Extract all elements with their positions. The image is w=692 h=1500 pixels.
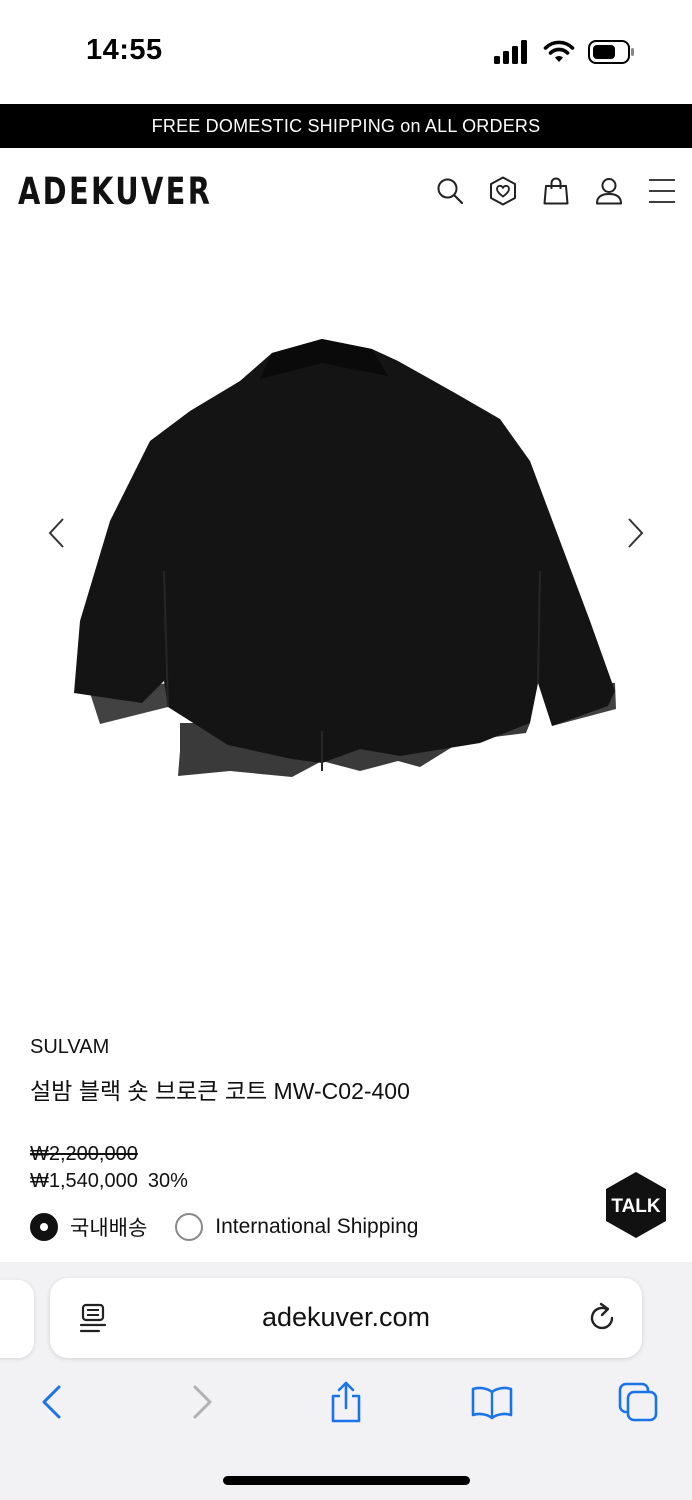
status-bar: 14:55	[0, 0, 692, 104]
sale-price-row: ₩1,540,000 30%	[30, 1170, 670, 1193]
shopping-bag-icon[interactable]	[542, 176, 570, 206]
browser-toolbar	[0, 1372, 692, 1442]
wifi-icon	[543, 40, 575, 62]
domestic-shipping-radio[interactable]	[30, 1213, 58, 1241]
talk-badge-icon: TALK	[606, 1172, 666, 1238]
gallery-next-arrow-icon[interactable]	[620, 516, 650, 550]
domestic-shipping-option[interactable]: 국내배송	[30, 1212, 147, 1242]
promo-banner[interactable]: FREE DOMESTIC SHIPPING on ALL ORDERS	[0, 104, 692, 148]
status-icons	[494, 38, 636, 66]
status-time: 14:55	[86, 34, 163, 66]
domestic-shipping-label: 국내배송	[70, 1217, 148, 1240]
url-text[interactable]: adekuver.com	[50, 1302, 642, 1333]
site-logo[interactable]: ADEKUVER	[18, 170, 212, 213]
product-name: 설밤 블랙 숏 브로큰 코트 MW-C02-400	[30, 1078, 410, 1104]
product-image	[74, 339, 616, 777]
talk-label: TALK	[611, 1196, 661, 1217]
sale-price: ₩1,540,000	[30, 1170, 138, 1192]
wishlist-heart-icon[interactable]	[489, 176, 517, 206]
browser-bar: adekuver.com	[0, 1262, 692, 1500]
previous-tab-preview[interactable]	[0, 1280, 34, 1358]
back-icon[interactable]	[30, 1380, 74, 1424]
forward-icon[interactable]	[180, 1380, 224, 1424]
search-icon[interactable]	[436, 176, 464, 206]
international-shipping-radio[interactable]	[175, 1213, 204, 1241]
home-indicator[interactable]	[223, 1476, 470, 1485]
reload-icon[interactable]	[588, 1302, 618, 1334]
address-bar[interactable]: adekuver.com	[50, 1278, 642, 1358]
original-price: ₩2,200,000	[30, 1143, 138, 1165]
battery-icon	[588, 40, 634, 64]
share-icon[interactable]	[324, 1380, 368, 1424]
product-info: SULVAM 설밤 블랙 숏 브로큰 코트 MW-C02-400 ₩2,200,…	[30, 1036, 670, 1193]
cellular-signal-icon	[494, 40, 527, 64]
talk-chat-button[interactable]: TALK	[604, 1170, 668, 1240]
site-header: ADEKUVER	[0, 148, 692, 236]
tabs-icon[interactable]	[616, 1380, 660, 1424]
shipping-options: 국내배송 International Shipping	[30, 1212, 418, 1242]
international-shipping-label: International Shipping	[215, 1215, 419, 1238]
menu-icon[interactable]	[648, 176, 676, 206]
bookmarks-icon[interactable]	[470, 1380, 514, 1424]
header-icons	[436, 176, 676, 206]
discount-rate: 30%	[147, 1170, 188, 1192]
product-brand[interactable]: SULVAM	[30, 1036, 670, 1059]
product-gallery[interactable]	[0, 236, 692, 1016]
account-icon[interactable]	[595, 176, 623, 206]
international-shipping-option[interactable]: International Shipping	[175, 1213, 418, 1241]
